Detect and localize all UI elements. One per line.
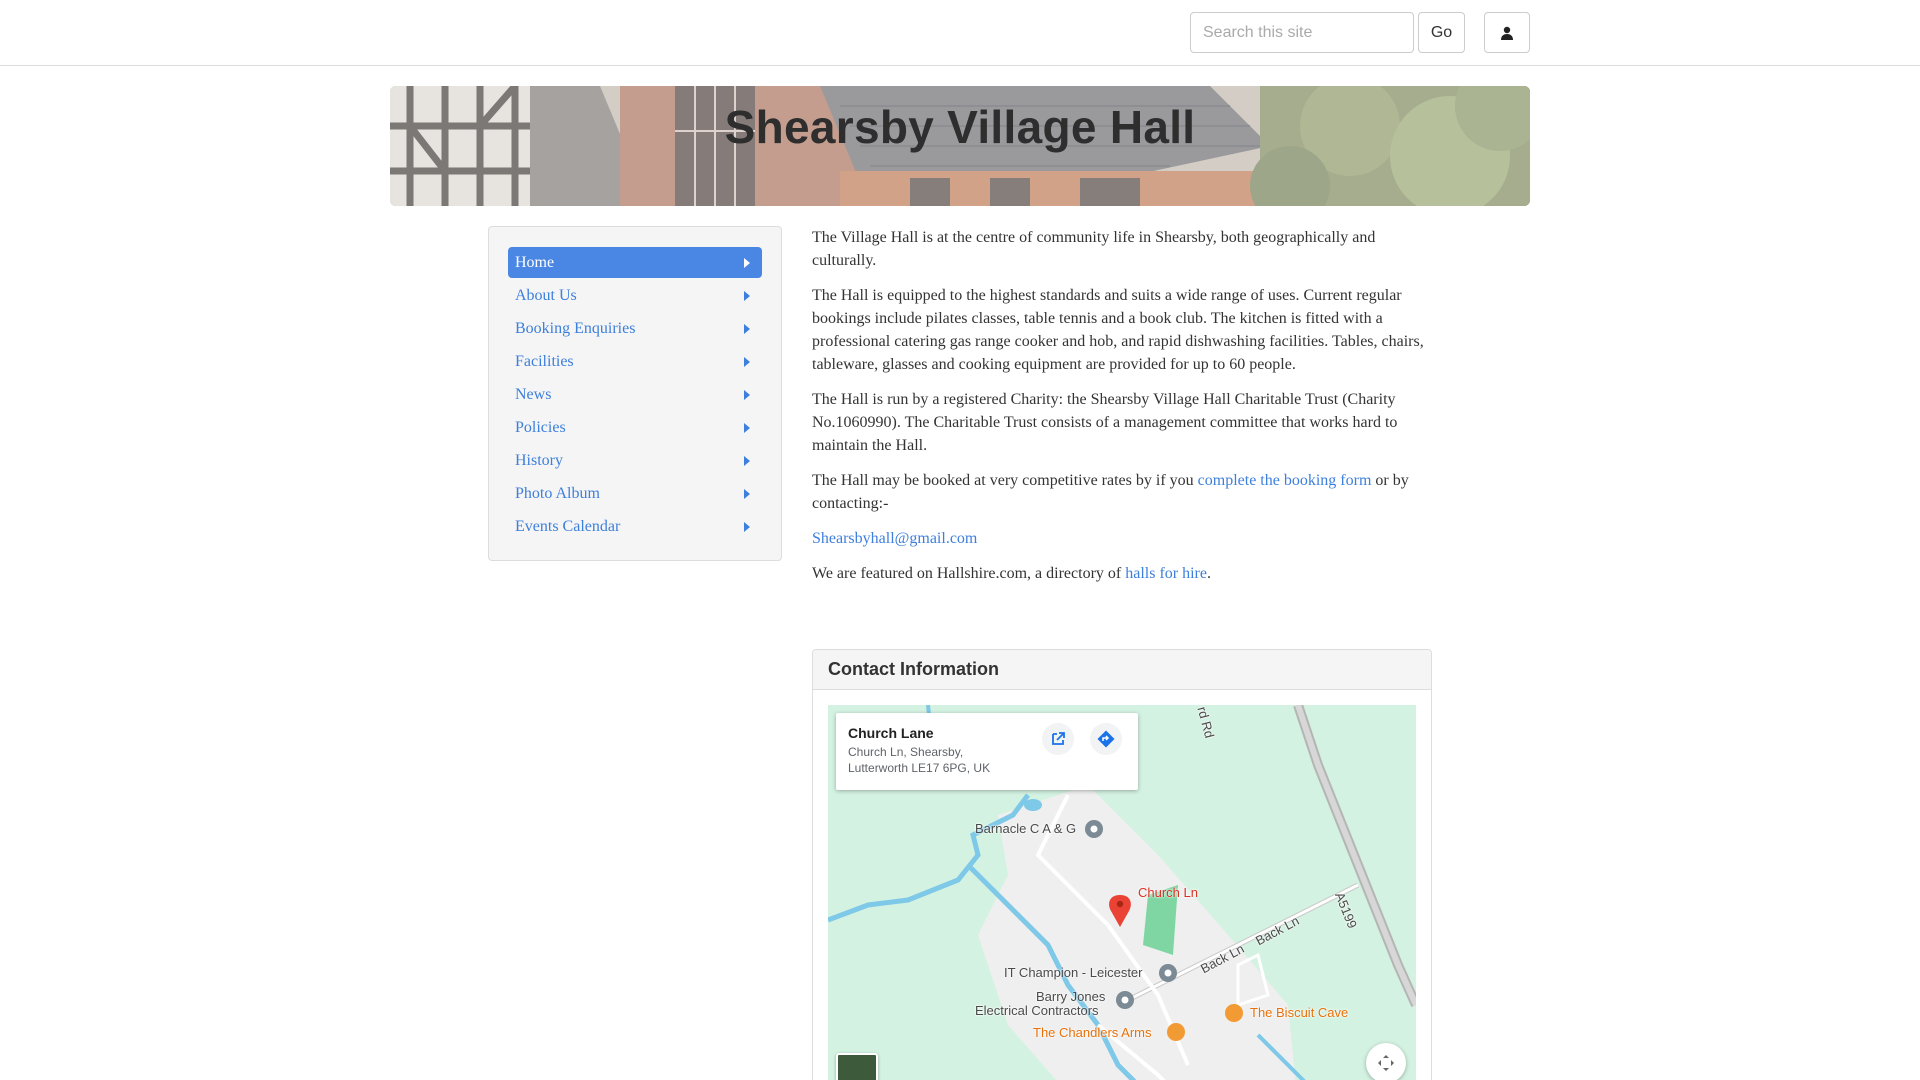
caret-right-icon bbox=[744, 455, 750, 466]
sidebar-item-about-us[interactable]: About Us bbox=[508, 280, 762, 311]
top-bar: Go bbox=[0, 0, 1920, 66]
map-label-it-champion: IT Champion - Leicester bbox=[1004, 965, 1143, 980]
caret-right-icon bbox=[744, 290, 750, 301]
sidebar-item-booking-enquiries[interactable]: Booking Enquiries bbox=[508, 313, 762, 344]
caret-right-icon bbox=[744, 323, 750, 334]
directions-icon bbox=[1097, 730, 1115, 748]
charity-paragraph: The Hall is run by a registered Charity:… bbox=[812, 391, 1398, 454]
sidebar-item-home[interactable]: Home bbox=[508, 247, 762, 278]
booking-paragraph: The Hall may be booked at very competiti… bbox=[812, 469, 1432, 515]
sidebar-item-events-calendar[interactable]: Events Calendar bbox=[508, 511, 762, 542]
sidebar-item-news[interactable]: News bbox=[508, 379, 762, 410]
sidebar-item-label: News bbox=[515, 385, 552, 403]
place-address: Church Ln, Shearsby, Lutterworth LE17 6P… bbox=[848, 745, 991, 775]
caret-right-icon bbox=[744, 521, 750, 532]
user-icon bbox=[1501, 26, 1513, 40]
open-in-maps-button[interactable] bbox=[1042, 723, 1074, 755]
caret-right-icon bbox=[744, 389, 750, 400]
sidebar-item-policies[interactable]: Policies bbox=[508, 412, 762, 443]
sidebar-item-label: Photo Album bbox=[515, 484, 600, 502]
sidebar-item-facilities[interactable]: Facilities bbox=[508, 346, 762, 377]
caret-right-icon bbox=[744, 356, 750, 367]
directory-paragraph: We are featured on Hallshire.com, a dire… bbox=[812, 562, 1432, 585]
satellite-view-toggle[interactable] bbox=[836, 1053, 878, 1080]
map-label-barnacle: Barnacle C A & G bbox=[975, 821, 1077, 836]
contact-heading: Contact Information bbox=[813, 650, 1431, 690]
facilities-paragraph: The Hall is equipped to the highest stan… bbox=[812, 287, 1424, 373]
search-input[interactable] bbox=[1190, 12, 1414, 53]
booking-form-link[interactable]: complete the booking form bbox=[1198, 472, 1372, 489]
go-button[interactable]: Go bbox=[1418, 12, 1465, 53]
open-external-icon bbox=[1052, 732, 1065, 745]
fullscreen-icon bbox=[1378, 1055, 1394, 1071]
sidebar-item-label: About Us bbox=[515, 286, 577, 304]
sidebar-item-label: Policies bbox=[515, 418, 566, 436]
site-title: Shearsby Village Hall bbox=[724, 101, 1196, 153]
main-content: The Village Hall is at the centre of com… bbox=[812, 226, 1432, 597]
intro-paragraph: The Village Hall is at the centre of com… bbox=[812, 229, 1376, 269]
directions-button[interactable] bbox=[1090, 723, 1122, 755]
contact-panel: Contact Information Church Lane Church L… bbox=[812, 649, 1432, 1080]
email-link[interactable]: Shearsbyhall@gmail.com bbox=[812, 530, 977, 547]
sidebar-item-label: Home bbox=[515, 253, 555, 271]
user-account-button[interactable] bbox=[1484, 12, 1530, 53]
directory-text-before: We are featured on Hallshire.com, a dire… bbox=[812, 565, 1126, 582]
caret-right-icon bbox=[744, 257, 750, 268]
map-label-barry-jones-sub: Electrical Contractors bbox=[975, 1003, 1099, 1018]
sidebar-nav: Home About Us Booking Enquiries Faciliti… bbox=[488, 226, 782, 561]
sidebar-item-label: Booking Enquiries bbox=[515, 319, 636, 337]
sidebar-item-history[interactable]: History bbox=[508, 445, 762, 476]
email-paragraph: Shearsbyhall@gmail.com bbox=[812, 527, 1432, 550]
sidebar-item-photo-album[interactable]: Photo Album bbox=[508, 478, 762, 509]
place-info-card: Church Lane Church Ln, Shearsby, Lutterw… bbox=[836, 713, 1138, 790]
caret-right-icon bbox=[744, 422, 750, 433]
map-label-barry-jones: Barry Jones bbox=[1036, 989, 1106, 1004]
fullscreen-button[interactable] bbox=[1366, 1043, 1406, 1080]
sidebar-item-label: Events Calendar bbox=[515, 517, 621, 535]
caret-right-icon bbox=[744, 488, 750, 499]
embedded-map[interactable]: Google Church Lane Church Ln, Shearsby, … bbox=[828, 705, 1416, 1080]
map-label-church-ln: Church Ln bbox=[1138, 885, 1198, 900]
booking-text-before: The Hall may be booked at very competiti… bbox=[812, 472, 1198, 489]
site-banner: Shearsby Village Hall bbox=[390, 86, 1530, 206]
place-name: Church Lane bbox=[848, 725, 934, 741]
halls-for-hire-link[interactable]: halls for hire bbox=[1125, 565, 1207, 582]
map-label-biscuit-cave: The Biscuit Cave bbox=[1250, 1005, 1349, 1020]
directory-text-after: . bbox=[1206, 565, 1211, 582]
map-label-chandlers-arms: The Chandlers Arms bbox=[1033, 1025, 1152, 1040]
sidebar-item-label: History bbox=[515, 451, 563, 469]
sidebar-item-label: Facilities bbox=[515, 352, 574, 370]
